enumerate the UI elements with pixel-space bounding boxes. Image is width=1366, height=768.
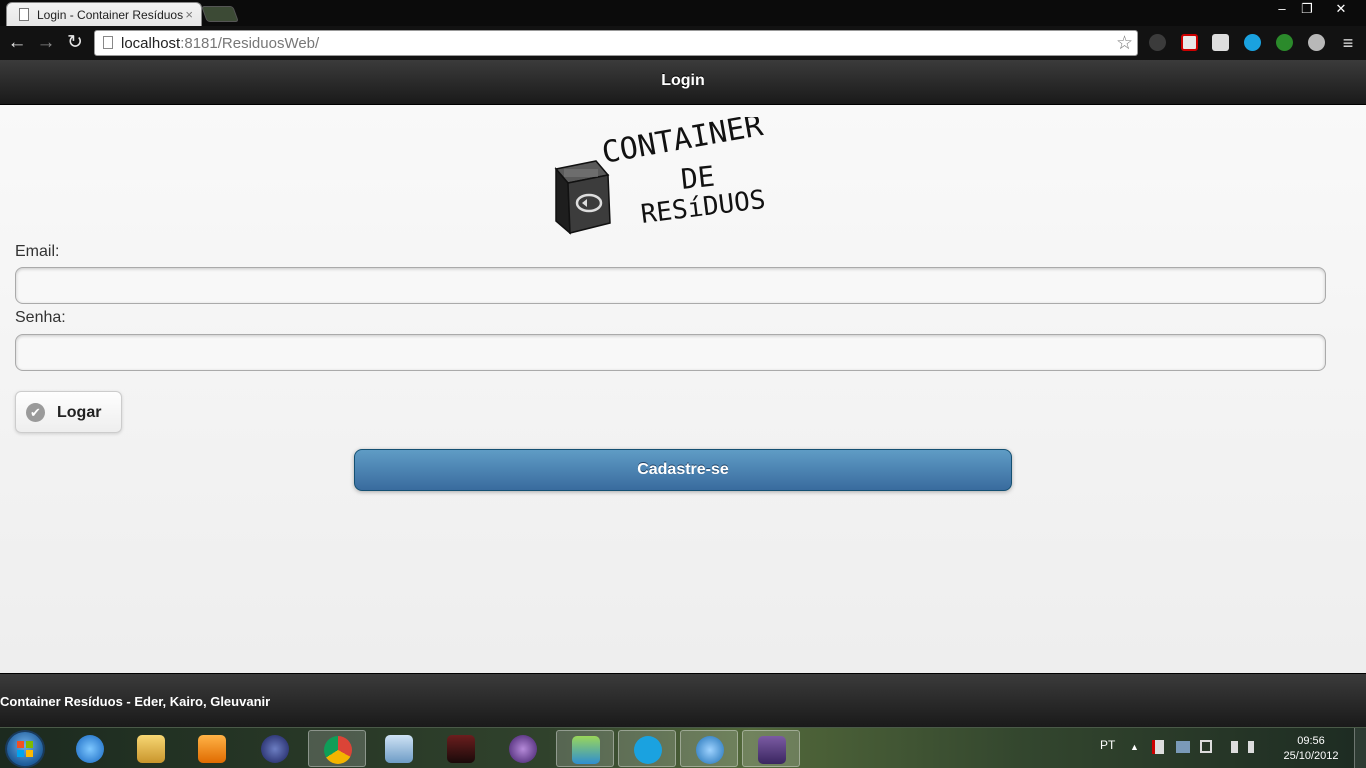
adblock-extension-icon[interactable]: [1181, 34, 1198, 51]
clock-time: 09:56: [1297, 735, 1325, 747]
bookmark-star-icon[interactable]: ☆: [1116, 32, 1133, 55]
address-bar[interactable]: localhost:8181/ResiduosWeb/ ☆: [94, 30, 1138, 56]
check-icon: ✔: [26, 403, 45, 422]
reload-button[interactable]: ↻: [63, 31, 87, 55]
internet-explorer-icon: [76, 735, 104, 763]
skype-icon: [634, 736, 662, 764]
messenger-icon: [572, 736, 600, 764]
virtualbox-icon: [385, 735, 413, 763]
tray-battery-icon[interactable]: [1200, 740, 1212, 753]
taskbar-windows-explorer[interactable]: [122, 730, 180, 767]
tab-login[interactable]: Login - Container Resíduos ×: [6, 2, 202, 26]
chrome-menu-icon[interactable]: ≡: [1336, 31, 1360, 55]
start-button[interactable]: [5, 730, 45, 768]
media-player-icon: [198, 735, 226, 763]
email-input[interactable]: [15, 267, 1326, 304]
show-desktop-button[interactable]: [1354, 728, 1366, 768]
back-button[interactable]: ←: [5, 31, 29, 55]
windows-logo-icon: [17, 741, 33, 757]
browser-titlebar: Login - Container Resíduos × – ❐ ✕: [0, 0, 1366, 26]
url-text: localhost:8181/ResiduosWeb/: [121, 35, 320, 52]
senha-label: Senha:: [15, 309, 66, 326]
senha-input[interactable]: [15, 334, 1326, 371]
tray-volume-icon[interactable]: [1248, 741, 1262, 753]
taskbar-eclipse[interactable]: [246, 730, 304, 767]
page-footer: Container Resíduos - Eder, Kairo, Gleuva…: [0, 673, 1366, 727]
logar-button-label: Logar: [57, 404, 102, 421]
tray-flag-icon[interactable]: [1152, 740, 1164, 754]
skype-extension-icon[interactable]: [1244, 34, 1261, 51]
container-residuos-logo: CONTAINER DE RESíDUOS: [554, 117, 767, 235]
game-icon: [447, 735, 475, 763]
folder-icon: [137, 735, 165, 763]
taskbar-app[interactable]: [680, 730, 738, 767]
tray-arrow-icon[interactable]: ▲: [1130, 742, 1139, 752]
gear-extension-icon[interactable]: [1149, 34, 1166, 51]
tab-title: Login - Container Resíduos: [37, 8, 183, 22]
page-icon: [103, 36, 113, 49]
page-header: Login: [0, 60, 1366, 105]
logo-text-residuos: RESíDUOS: [639, 185, 767, 230]
app-icon: [696, 736, 724, 764]
email-label: Email:: [15, 243, 60, 260]
taskbar-skype[interactable]: [618, 730, 676, 767]
taskbar-messenger[interactable]: [556, 730, 614, 767]
web-page: Login CONTAINER DE RESíDUOS Email: Senha…: [0, 60, 1366, 727]
taskbar-eclipse-purple[interactable]: [494, 730, 552, 767]
taskbar-chrome[interactable]: [308, 730, 366, 767]
dollar-extension-icon[interactable]: [1308, 34, 1325, 51]
browser-toolbar: ← → ↻ localhost:8181/ResiduosWeb/ ☆ ≡: [0, 26, 1366, 60]
new-tab-button[interactable]: [201, 6, 239, 22]
green-extension-icon[interactable]: [1276, 34, 1293, 51]
logar-button[interactable]: ✔ Logar: [15, 391, 122, 433]
k-extension-icon[interactable]: [1212, 34, 1229, 51]
taskbar-virtualbox[interactable]: [370, 730, 428, 767]
eclipse-icon: [261, 735, 289, 763]
close-window-button[interactable]: ✕: [1320, 0, 1362, 18]
taskbar-internet-explorer[interactable]: [61, 730, 119, 767]
eclipse-purple-icon: [509, 735, 537, 763]
tray-signal-icon[interactable]: [1224, 741, 1238, 753]
taskbar-media-player[interactable]: [183, 730, 241, 767]
windows-taskbar: PT ▲ 09:56 25/10/2012: [0, 727, 1366, 768]
restore-button[interactable]: ❐: [1296, 0, 1318, 18]
java-ee-ide-icon: [758, 736, 786, 764]
tray-network-icon[interactable]: [1176, 741, 1190, 753]
taskbar-clock[interactable]: 09:56 25/10/2012: [1278, 734, 1344, 764]
forward-button[interactable]: →: [34, 31, 58, 55]
tray-language[interactable]: PT: [1100, 738, 1115, 752]
footer-text: Container Resíduos - Eder, Kairo, Gleuva…: [0, 694, 271, 709]
login-content: CONTAINER DE RESíDUOS Email: Senha: ✔ Lo…: [0, 105, 1366, 673]
tab-close-icon[interactable]: ×: [185, 7, 193, 22]
taskbar-game[interactable]: [432, 730, 490, 767]
cadastre-se-button[interactable]: Cadastre-se: [354, 449, 1012, 491]
clock-date: 25/10/2012: [1283, 750, 1339, 762]
page-icon: [19, 8, 29, 21]
minimize-button[interactable]: –: [1270, 0, 1294, 18]
chrome-icon: [324, 736, 352, 764]
page-title: Login: [661, 72, 705, 89]
taskbar-java-ee-ide[interactable]: [742, 730, 800, 767]
